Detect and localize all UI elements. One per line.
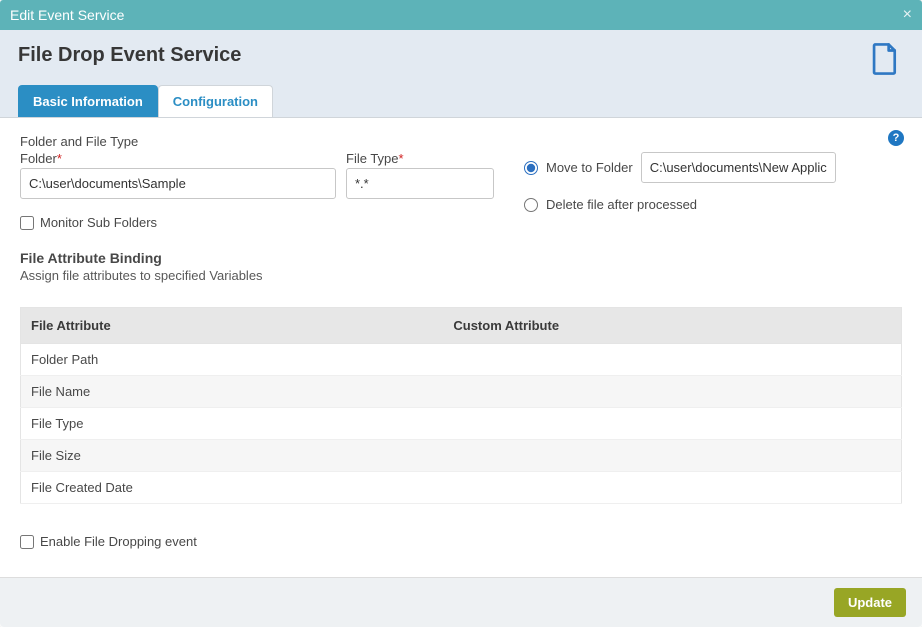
- filetype-label: File Type: [346, 151, 399, 166]
- labels-row: Folder* File Type*: [20, 151, 500, 166]
- cell-file-attribute: File Type: [21, 408, 444, 440]
- cell-file-attribute: Folder Path: [21, 344, 444, 376]
- close-icon[interactable]: ×: [903, 6, 912, 24]
- cell-file-attribute: File Name: [21, 376, 444, 408]
- col-custom-attribute: Custom Attribute: [443, 308, 901, 344]
- folder-label: Folder: [20, 151, 57, 166]
- cell-custom-attribute[interactable]: [443, 344, 901, 376]
- tab-basic-information[interactable]: Basic Information: [18, 85, 158, 118]
- title-bar: Edit Event Service ×: [0, 0, 922, 30]
- folder-filetype-section: Folder and File Type Folder* File Type* …: [20, 134, 902, 230]
- filetype-input[interactable]: [346, 168, 494, 199]
- required-mark: *: [57, 151, 62, 166]
- help-icon[interactable]: ?: [888, 130, 904, 146]
- delete-after-label: Delete file after processed: [546, 197, 697, 212]
- monitor-subfolders-label: Monitor Sub Folders: [40, 215, 157, 230]
- move-to-folder-row: Move to Folder: [524, 152, 902, 183]
- binding-title: File Attribute Binding: [20, 250, 902, 266]
- tab-configuration[interactable]: Configuration: [158, 85, 273, 118]
- update-button[interactable]: Update: [834, 588, 906, 617]
- attribute-table: File Attribute Custom Attribute Folder P…: [20, 307, 902, 504]
- delete-after-row: Delete file after processed: [524, 197, 902, 212]
- cell-file-attribute: File Size: [21, 440, 444, 472]
- dialog-title: Edit Event Service: [10, 7, 124, 23]
- cell-custom-attribute[interactable]: [443, 440, 901, 472]
- dialog: Edit Event Service × File Drop Event Ser…: [0, 0, 922, 627]
- folder-input[interactable]: [20, 168, 336, 199]
- cell-custom-attribute[interactable]: [443, 408, 901, 440]
- col-file-attribute: File Attribute: [21, 308, 444, 344]
- move-to-folder-radio[interactable]: [524, 161, 538, 175]
- cell-file-attribute: File Created Date: [21, 472, 444, 504]
- delete-after-radio[interactable]: [524, 198, 538, 212]
- table-row: Folder Path: [21, 344, 902, 376]
- enable-file-dropping-label: Enable File Dropping event: [40, 534, 197, 549]
- tab-label: Configuration: [173, 94, 258, 109]
- move-to-folder-input[interactable]: [641, 152, 836, 183]
- tabs: Basic Information Configuration: [0, 85, 922, 117]
- table-row: File Size: [21, 440, 902, 472]
- enable-file-dropping-checkbox[interactable]: [20, 535, 34, 549]
- required-mark: *: [399, 151, 404, 166]
- enable-file-dropping-row[interactable]: Enable File Dropping event: [20, 534, 902, 549]
- document-icon: [870, 42, 900, 76]
- col-left: Folder and File Type Folder* File Type* …: [20, 134, 500, 230]
- header-area: File Drop Event Service: [0, 30, 922, 85]
- monitor-subfolders-checkbox[interactable]: [20, 216, 34, 230]
- table-row: File Name: [21, 376, 902, 408]
- table-row: File Type: [21, 408, 902, 440]
- tab-label: Basic Information: [33, 94, 143, 109]
- page-title: File Drop Event Service: [18, 44, 241, 67]
- cell-custom-attribute[interactable]: [443, 376, 901, 408]
- group-label: Folder and File Type: [20, 134, 500, 149]
- table-row: File Created Date: [21, 472, 902, 504]
- binding-subtitle: Assign file attributes to specified Vari…: [20, 268, 902, 283]
- content-area: ? Folder and File Type Folder* File Type…: [0, 117, 922, 569]
- inputs-row: [20, 168, 500, 199]
- monitor-subfolders-row[interactable]: Monitor Sub Folders: [20, 215, 500, 230]
- col-right: Move to Folder Delete file after process…: [524, 134, 902, 226]
- cell-custom-attribute[interactable]: [443, 472, 901, 504]
- move-to-folder-label: Move to Folder: [546, 160, 633, 175]
